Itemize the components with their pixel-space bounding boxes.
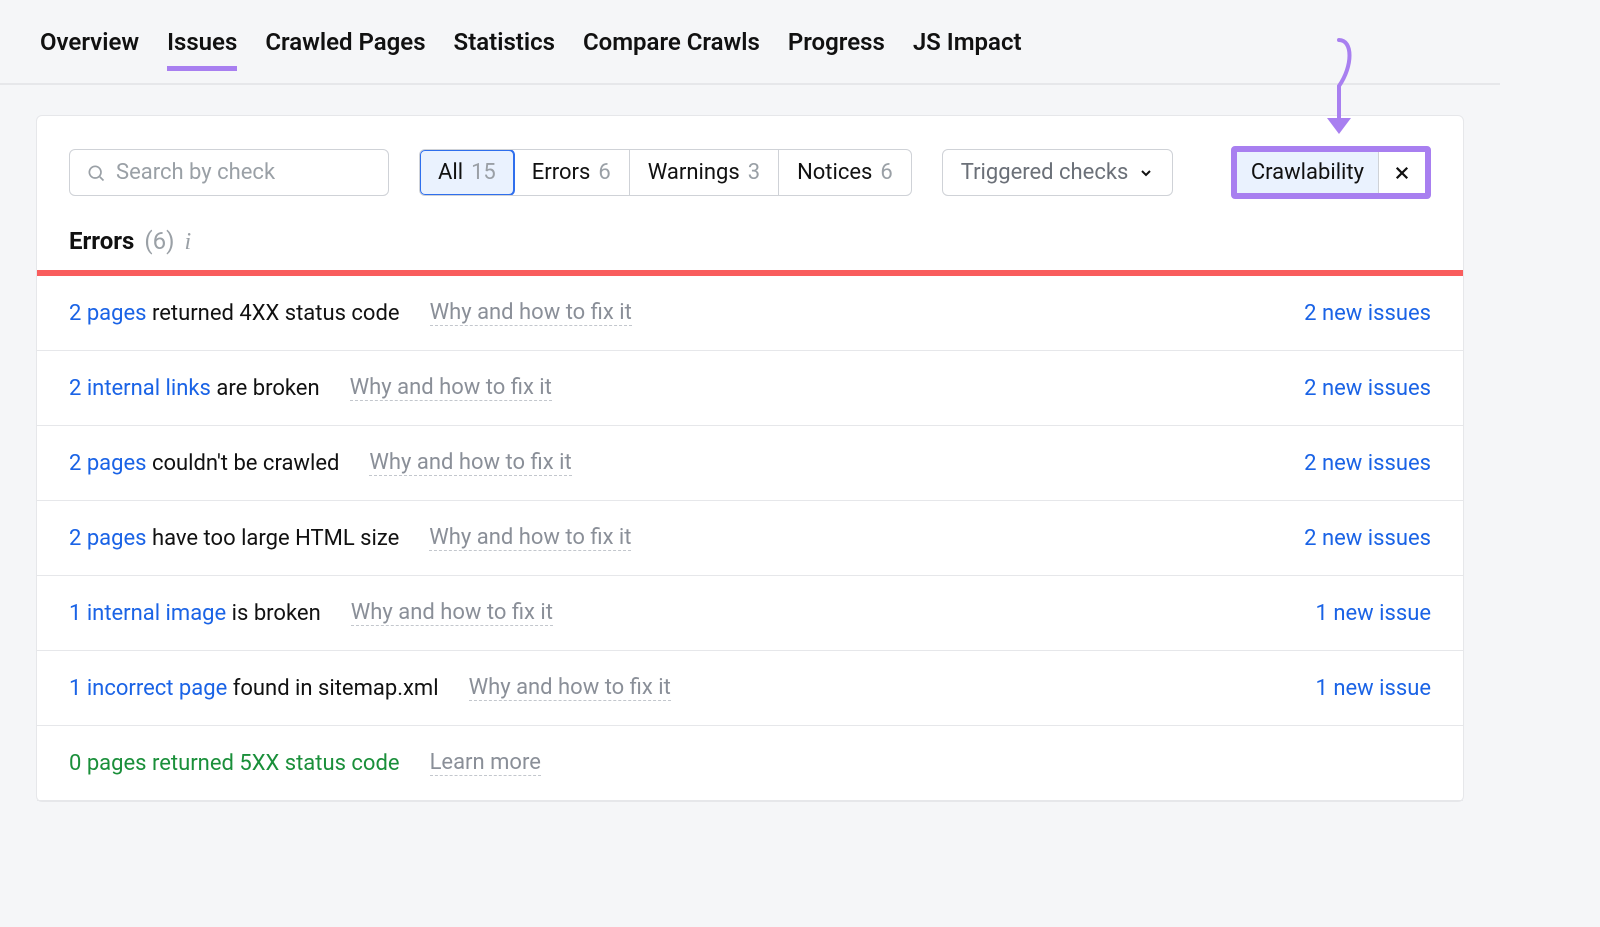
filter-count: 3 bbox=[748, 160, 760, 185]
why-fix-link[interactable]: Why and how to fix it bbox=[351, 600, 553, 626]
filter-label: Errors bbox=[532, 160, 591, 185]
issue-count-link[interactable]: 0 pages returned 5XX status code bbox=[69, 751, 400, 776]
issue-count-link[interactable]: 2 pages bbox=[69, 301, 147, 326]
issue-list: 2 pages returned 4XX status code Why and … bbox=[37, 276, 1463, 801]
search-icon bbox=[86, 163, 106, 183]
issue-desc: have too large HTML size bbox=[147, 526, 400, 551]
new-issues-link[interactable]: 2 new issues bbox=[1304, 451, 1431, 476]
issue-row: 2 internal links are broken Why and how t… bbox=[37, 351, 1463, 426]
tab-issues[interactable]: Issues bbox=[167, 28, 237, 71]
filter-count: 15 bbox=[471, 160, 496, 185]
issue-text[interactable]: 2 pages returned 4XX status code bbox=[69, 301, 400, 326]
tab-overview[interactable]: Overview bbox=[40, 28, 139, 71]
info-icon[interactable]: i bbox=[184, 229, 191, 256]
filter-label: All bbox=[438, 160, 463, 185]
tab-compare-crawls[interactable]: Compare Crawls bbox=[583, 28, 760, 71]
issue-text[interactable]: 1 incorrect page found in sitemap.xml bbox=[69, 676, 439, 701]
issue-desc: couldn't be crawled bbox=[147, 451, 340, 476]
filter-all[interactable]: All 15 bbox=[419, 149, 515, 196]
triggered-checks-dropdown[interactable]: Triggered checks bbox=[942, 149, 1174, 196]
issue-count-link[interactable]: 2 pages bbox=[69, 451, 147, 476]
issue-row: 0 pages returned 5XX status code Learn mo… bbox=[37, 726, 1463, 801]
issue-text[interactable]: 2 pages couldn't be crawled bbox=[69, 451, 339, 476]
tab-progress[interactable]: Progress bbox=[788, 28, 885, 71]
filter-count: 6 bbox=[880, 160, 892, 185]
filter-count: 6 bbox=[598, 160, 610, 185]
issue-row-left: 1 incorrect page found in sitemap.xml Why… bbox=[69, 675, 671, 701]
search-input[interactable] bbox=[116, 160, 394, 185]
dropdown-label: Triggered checks bbox=[961, 160, 1129, 185]
filter-errors[interactable]: Errors 6 bbox=[514, 150, 630, 195]
issue-count-link[interactable]: 1 incorrect page bbox=[69, 676, 227, 701]
filter-label: Warnings bbox=[648, 160, 740, 185]
tab-crawled-pages[interactable]: Crawled Pages bbox=[265, 28, 425, 71]
issue-row-left: 0 pages returned 5XX status code Learn mo… bbox=[69, 750, 541, 776]
annotation-arrow bbox=[1301, 36, 1361, 146]
filter-chip-crawlability[interactable]: Crawlability bbox=[1237, 152, 1378, 193]
filter-label: Notices bbox=[797, 160, 872, 185]
why-fix-link[interactable]: Why and how to fix it bbox=[369, 450, 571, 476]
filter-chip-highlight: Crawlability bbox=[1231, 146, 1431, 199]
issue-text[interactable]: 2 internal links are broken bbox=[69, 376, 320, 401]
why-fix-link[interactable]: Why and how to fix it bbox=[430, 300, 632, 326]
severity-segmented: All 15 Errors 6 Warnings 3 Notices 6 bbox=[419, 149, 912, 196]
issue-row-left: 2 pages returned 4XX status code Why and … bbox=[69, 300, 632, 326]
issue-row-left: 2 pages have too large HTML size Why and … bbox=[69, 525, 631, 551]
issue-desc: is broken bbox=[226, 601, 321, 626]
learn-more-link[interactable]: Learn more bbox=[430, 750, 541, 776]
issue-row: 2 pages couldn't be crawled Why and how t… bbox=[37, 426, 1463, 501]
filter-notices[interactable]: Notices 6 bbox=[779, 150, 911, 195]
search-input-wrapper[interactable] bbox=[69, 149, 389, 196]
why-fix-link[interactable]: Why and how to fix it bbox=[429, 525, 631, 551]
new-issues-link[interactable]: 1 new issue bbox=[1316, 676, 1431, 701]
issue-row: 1 internal image is broken Why and how to… bbox=[37, 576, 1463, 651]
new-issues-link[interactable]: 1 new issue bbox=[1316, 601, 1431, 626]
issue-row-left: 1 internal image is broken Why and how to… bbox=[69, 600, 553, 626]
filter-warnings[interactable]: Warnings 3 bbox=[630, 150, 779, 195]
issue-count-link[interactable]: 1 internal image bbox=[69, 601, 226, 626]
issue-row: 1 incorrect page found in sitemap.xml Why… bbox=[37, 651, 1463, 726]
tab-js-impact[interactable]: JS Impact bbox=[913, 28, 1022, 71]
main-tabs: Overview Issues Crawled Pages Statistics Com… bbox=[0, 0, 1500, 85]
new-issues-link[interactable]: 2 new issues bbox=[1304, 526, 1431, 551]
issue-row-left: 2 internal links are broken Why and how t… bbox=[69, 375, 552, 401]
issue-row-left: 2 pages couldn't be crawled Why and how t… bbox=[69, 450, 572, 476]
chevron-down-icon bbox=[1138, 165, 1154, 181]
section-title: Errors bbox=[69, 227, 134, 255]
issue-text[interactable]: 1 internal image is broken bbox=[69, 601, 321, 626]
issue-desc: are broken bbox=[211, 376, 320, 401]
tab-statistics[interactable]: Statistics bbox=[454, 28, 555, 71]
new-issues-link[interactable]: 2 new issues bbox=[1304, 376, 1431, 401]
issues-panel: All 15 Errors 6 Warnings 3 Notices 6 Triggered … bbox=[36, 115, 1464, 802]
issue-desc: found in sitemap.xml bbox=[227, 676, 438, 701]
why-fix-link[interactable]: Why and how to fix it bbox=[350, 375, 552, 401]
issue-row: 2 pages returned 4XX status code Why and … bbox=[37, 276, 1463, 351]
new-issues-link[interactable]: 2 new issues bbox=[1304, 301, 1431, 326]
toolbar: All 15 Errors 6 Warnings 3 Notices 6 Triggered … bbox=[37, 146, 1463, 227]
issue-count-link[interactable]: 2 pages bbox=[69, 526, 147, 551]
why-fix-link[interactable]: Why and how to fix it bbox=[469, 675, 671, 701]
issue-count-link[interactable]: 2 internal links bbox=[69, 376, 211, 401]
issue-desc: returned 4XX status code bbox=[147, 301, 400, 326]
section-header: Errors (6) i bbox=[37, 227, 1463, 270]
filter-chip-remove[interactable] bbox=[1378, 152, 1425, 193]
issue-text[interactable]: 0 pages returned 5XX status code bbox=[69, 751, 400, 776]
issue-text[interactable]: 2 pages have too large HTML size bbox=[69, 526, 399, 551]
section-count: (6) bbox=[144, 227, 174, 255]
issue-row: 2 pages have too large HTML size Why and … bbox=[37, 501, 1463, 576]
